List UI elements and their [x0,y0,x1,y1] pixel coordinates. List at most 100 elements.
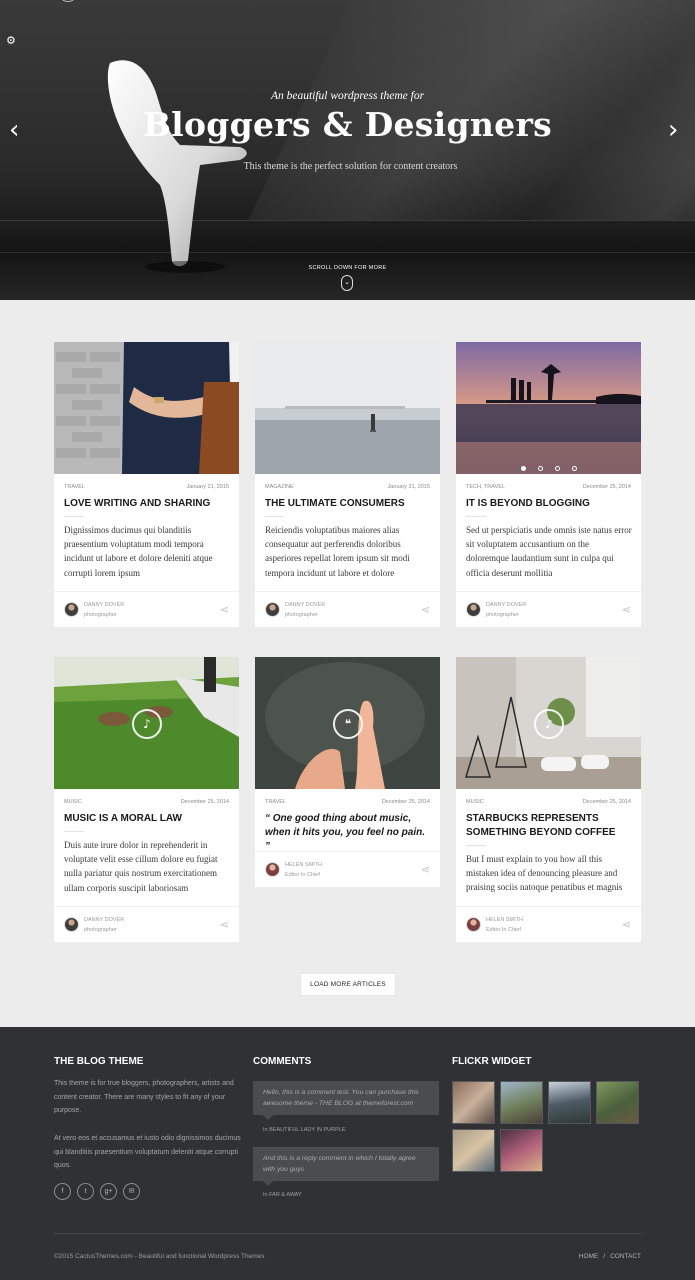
post-image[interactable]: ♪ [456,657,641,789]
post-title[interactable]: THE ULTIMATE CONSUMERS [265,497,430,511]
footer-divider [54,1233,641,1234]
post-gallery[interactable] [456,342,641,474]
author-name[interactable]: DANNY DOVER [84,602,124,608]
post-category[interactable]: TECH, TRAVEL [466,484,505,490]
avatar[interactable] [265,602,280,617]
avatar[interactable] [64,602,79,617]
post-title[interactable]: STARBUCKS REPRESENTS SOMETHING BEYOND CO… [466,812,631,840]
gallery-dot[interactable] [554,466,560,471]
footer-nav-contact[interactable]: CONTACT [610,1253,641,1260]
share-icon[interactable]: ⋖ [622,918,631,931]
author-info: HELEN SMITH Editor In Chief [285,861,322,880]
scroll-down-button[interactable]: ⌄ [341,275,353,291]
avatar[interactable] [466,917,481,932]
gallery-dot[interactable] [520,466,526,471]
footer-nav-separator: / [603,1253,606,1260]
google-plus-icon[interactable]: g+ [100,1183,117,1200]
divider [64,831,84,832]
post-card[interactable]: ♪ MUSIC December 25, 2014 MUSIC IS A MORA… [54,657,239,942]
flickr-photo[interactable] [500,1081,543,1124]
share-icon[interactable]: ⋖ [421,863,430,876]
post-footer: DANNY DOVER photographer ⋖ [255,591,440,627]
copyright-text: ©2015 CactusThemes.com - Beautiful and f… [54,1253,265,1260]
hero-title: Bloggers & Designers [142,105,553,144]
gear-icon[interactable]: ⚙ [6,34,16,47]
post-card[interactable]: ♪ MUSIC December 25, 2014 STARBUCKS REPRE… [456,657,641,942]
author-info: DANNY DOVER photographer [84,601,124,620]
post-card[interactable]: TRAVEL January 21, 2015 LOVE WRITING AND … [54,342,239,627]
music-note-icon[interactable]: ♪ [534,709,564,739]
flickr-photo[interactable] [596,1081,639,1124]
post-title[interactable]: IT IS BEYOND BLOGGING [466,497,631,511]
post-meta: MAGAZINE January 21, 2015 [265,484,430,490]
post-excerpt: Dignissimos ducimus qui blanditiis praes… [64,525,213,578]
music-note-icon[interactable]: ♪ [132,709,162,739]
avatar[interactable] [64,917,79,932]
post-title[interactable]: LOVE WRITING AND SHARING [64,497,229,511]
gallery-dots [456,458,641,474]
share-icon[interactable]: ⋖ [622,603,631,616]
post-meta: TECH, TRAVEL December 25, 2014 [466,484,631,490]
post-card-quote[interactable]: ❝ TRAVEL December 25, 2014 “ One good thi… [255,657,440,887]
post-category[interactable]: TRAVEL [265,799,286,805]
facebook-icon[interactable]: f [54,1183,71,1200]
post-card[interactable]: TECH, TRAVEL December 25, 2014 IT IS BEYO… [456,342,641,627]
author-name[interactable]: DANNY DOVER [84,917,124,923]
quote-icon[interactable]: ❝ [333,709,363,739]
comment-reference[interactable]: In BEAUTIFUL LADY IN PURPLE [263,1127,346,1133]
share-icon[interactable]: ⋖ [421,603,430,616]
author-name[interactable]: HELEN SMITH [285,862,322,868]
gallery-dot[interactable] [571,466,577,471]
post-footer: HELEN SMITH Editor In Chief ⋖ [456,906,641,942]
post-footer: DANNY DOVER photographer ⋖ [456,591,641,627]
post-footer: DANNY DOVER photographer ⋖ [54,906,239,942]
author-role: Editor In Chief [486,926,521,933]
post-date: December 25, 2014 [180,799,229,805]
post-meta: TRAVEL January 21, 2015 [64,484,229,490]
comment-bubble[interactable]: Hello, this is a comment test. You can p… [253,1081,439,1120]
post-image[interactable] [255,342,440,474]
flickr-photo[interactable] [548,1081,591,1124]
post-category[interactable]: MUSIC [64,799,82,805]
post-category[interactable]: MUSIC [466,799,484,805]
author-name[interactable]: DANNY DOVER [486,602,526,608]
logo-icon[interactable] [58,0,78,2]
author-info: DANNY DOVER photographer [84,916,124,935]
post-image[interactable]: ♪ [54,657,239,789]
hero-subtitle: This theme is the perfect solution for c… [243,161,458,172]
flickr-photo[interactable] [452,1081,495,1124]
post-category[interactable]: MAGAZINE [265,484,294,490]
post-date: January 21, 2015 [387,484,430,490]
author-role: photographer [486,611,519,618]
post-excerpt: But I must explain to you how all this m… [466,854,623,893]
email-icon[interactable]: ✉ [123,1183,140,1200]
scroll-down-label: SCROLL DOWN FOR MORE [308,265,387,271]
flickr-photo[interactable] [452,1129,495,1172]
avatar[interactable] [466,602,481,617]
post-card[interactable]: MAGAZINE January 21, 2015 THE ULTIMATE CO… [255,342,440,627]
gallery-dot[interactable] [537,466,543,471]
footer-about-text-2: At vero eos et accusamus et iusto odio d… [54,1135,241,1170]
comment-bubble[interactable]: And this is a reply comment in which I t… [253,1147,439,1186]
footer-nav-home[interactable]: HOME [579,1253,599,1260]
avatar[interactable] [265,862,280,877]
comment-reference[interactable]: In FAR & AWAY [263,1192,302,1198]
author-role: Editor In Chief [285,871,320,878]
post-title[interactable]: MUSIC IS A MORAL LAW [64,812,229,826]
author-role: photographer [84,611,117,618]
author-name[interactable]: HELEN SMITH [486,917,523,923]
post-category[interactable]: TRAVEL [64,484,85,490]
share-icon[interactable]: ⋖ [220,918,229,931]
load-more-button[interactable]: LOAD MORE ARTICLES [300,973,396,996]
twitter-icon[interactable]: t [77,1183,94,1200]
post-date: December 25, 2014 [582,484,631,490]
post-image[interactable]: ❝ [255,657,440,789]
post-image[interactable] [54,342,239,474]
footer-comments-title: COMMENTS [253,1056,312,1067]
post-quote[interactable]: “ One good thing about music, when it hi… [265,812,430,854]
footer-flickr-title: FLICKR WIDGET [452,1056,532,1067]
flickr-photo[interactable] [500,1129,543,1172]
divider [466,845,486,846]
author-name[interactable]: DANNY DOVER [285,602,325,608]
share-icon[interactable]: ⋖ [220,603,229,616]
